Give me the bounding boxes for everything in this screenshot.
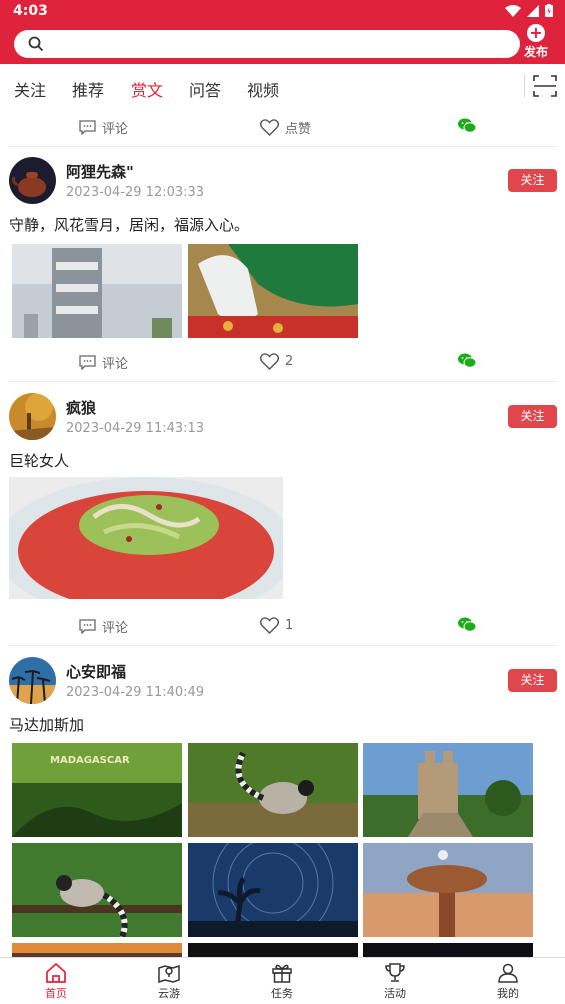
- tab-appreciate[interactable]: 赏文: [131, 77, 163, 101]
- post-card: 疯狼 2023-04-29 11:43:13 关注 巨轮女人 评论 1: [0, 383, 565, 647]
- like-button[interactable]: 1: [260, 617, 293, 634]
- author-name[interactable]: 疯狼: [66, 397, 96, 418]
- comment-button[interactable]: 评论: [79, 353, 128, 372]
- author-name[interactable]: 阿狸先森": [66, 161, 134, 182]
- post-card: 阿狸先森" 2023-04-29 12:03:33 关注 守静，风花雪月，居闲，…: [0, 147, 565, 383]
- post-image[interactable]: [9, 477, 283, 599]
- battery-icon: [545, 4, 553, 17]
- nav-activities-label: 活动: [384, 987, 406, 1000]
- nav-profile-label: 我的: [497, 987, 519, 1000]
- like-label: 点赞: [285, 122, 312, 137]
- app-header: 4:03 + 发布: [0, 0, 565, 64]
- home-icon: [46, 963, 66, 983]
- category-tabs: 关注 推荐 赏文 问答 视频: [0, 64, 565, 109]
- avatar[interactable]: [9, 393, 56, 440]
- tab-video[interactable]: 视频: [247, 77, 279, 101]
- wechat-share-button[interactable]: [458, 353, 476, 368]
- like-count: 2: [285, 354, 294, 369]
- post-actions: 评论 2: [8, 344, 557, 382]
- publish-button[interactable]: + 发布: [515, 24, 557, 60]
- publish-label: 发布: [523, 45, 548, 59]
- post-image[interactable]: [363, 843, 533, 937]
- wechat-share-button[interactable]: [458, 617, 476, 632]
- post-card: 心安即福 2023-04-29 11:40:49 关注 马达加斯加 MADAGA…: [0, 647, 565, 957]
- wechat-share-button[interactable]: [458, 118, 476, 133]
- search-input[interactable]: [14, 30, 520, 58]
- scan-icon[interactable]: [533, 74, 557, 98]
- tab-qa[interactable]: 问答: [189, 77, 221, 101]
- post-date: 2023-04-29 11:43:13: [66, 421, 205, 436]
- search-icon: [28, 36, 44, 52]
- post-image[interactable]: [188, 743, 358, 837]
- nav-activities[interactable]: 活动: [365, 963, 425, 1001]
- nav-home[interactable]: 首页: [26, 963, 86, 1001]
- plus-icon: +: [527, 24, 545, 42]
- post-image[interactable]: [12, 843, 182, 937]
- author-name[interactable]: 心安即福: [66, 661, 126, 682]
- tab-recommend[interactable]: 推荐: [72, 77, 104, 101]
- nav-tasks[interactable]: 任务: [252, 963, 312, 1001]
- post-image[interactable]: [188, 244, 358, 338]
- comment-label: 评论: [102, 122, 129, 137]
- heart-icon: [260, 353, 279, 370]
- feed: 评论 点赞 阿狸先森" 2023-04-29 12:03:33 关注 守静，风花…: [0, 109, 565, 957]
- post-image[interactable]: [188, 943, 358, 957]
- wifi-icon: [505, 4, 521, 17]
- comment-label: 评论: [102, 357, 129, 372]
- avatar[interactable]: [9, 157, 56, 204]
- post-image[interactable]: [363, 743, 533, 837]
- like-button[interactable]: 2: [260, 353, 293, 370]
- nav-tasks-label: 任务: [271, 987, 293, 1000]
- comment-label: 评论: [102, 621, 129, 636]
- post-image[interactable]: [12, 943, 182, 957]
- bottom-nav: 首页 云游 任务 活动 我的: [0, 957, 565, 1004]
- trophy-icon: [385, 963, 405, 982]
- signal-icon: [527, 4, 539, 17]
- post-image[interactable]: MADAGASCAR: [12, 743, 182, 837]
- nav-travel-label: 云游: [158, 987, 180, 1000]
- heart-icon: [260, 617, 279, 634]
- post-actions: 评论 1: [8, 608, 557, 646]
- post-text: 巨轮女人: [9, 452, 70, 470]
- like-button[interactable]: 点赞: [260, 118, 311, 137]
- heart-icon: [260, 119, 279, 136]
- nav-profile[interactable]: 我的: [478, 963, 538, 1001]
- post-date: 2023-04-29 11:40:49: [66, 685, 205, 700]
- user-icon: [498, 963, 518, 983]
- tab-follow[interactable]: 关注: [14, 77, 46, 101]
- post-text: 守静，风花雪月，居闲，福源入心。: [9, 216, 250, 234]
- comment-button[interactable]: 评论: [79, 118, 128, 137]
- post-image[interactable]: [363, 943, 533, 957]
- comment-button[interactable]: 评论: [79, 617, 128, 636]
- gift-icon: [272, 964, 292, 983]
- post-text: 马达加斯加: [9, 716, 85, 734]
- post-image[interactable]: [12, 244, 182, 338]
- nav-travel[interactable]: 云游: [139, 963, 199, 1001]
- wechat-icon: [458, 353, 476, 368]
- comment-icon: [79, 619, 96, 634]
- status-time: 4:03: [13, 3, 48, 19]
- image-caption: MADAGASCAR: [50, 755, 130, 766]
- like-count: 1: [285, 618, 294, 633]
- follow-button[interactable]: 关注: [508, 669, 557, 692]
- wechat-icon: [458, 617, 476, 632]
- follow-button[interactable]: 关注: [508, 169, 557, 192]
- status-icons: [505, 4, 553, 17]
- follow-button[interactable]: 关注: [508, 405, 557, 428]
- post-actions: 评论 点赞: [8, 109, 557, 147]
- avatar[interactable]: [9, 657, 56, 704]
- comment-icon: [79, 120, 96, 135]
- tab-divider: [524, 74, 525, 98]
- post-date: 2023-04-29 12:03:33: [66, 185, 205, 200]
- comment-icon: [79, 355, 96, 370]
- map-icon: [158, 964, 180, 983]
- wechat-icon: [458, 118, 476, 133]
- post-image[interactable]: [188, 843, 358, 937]
- nav-home-label: 首页: [45, 987, 67, 1000]
